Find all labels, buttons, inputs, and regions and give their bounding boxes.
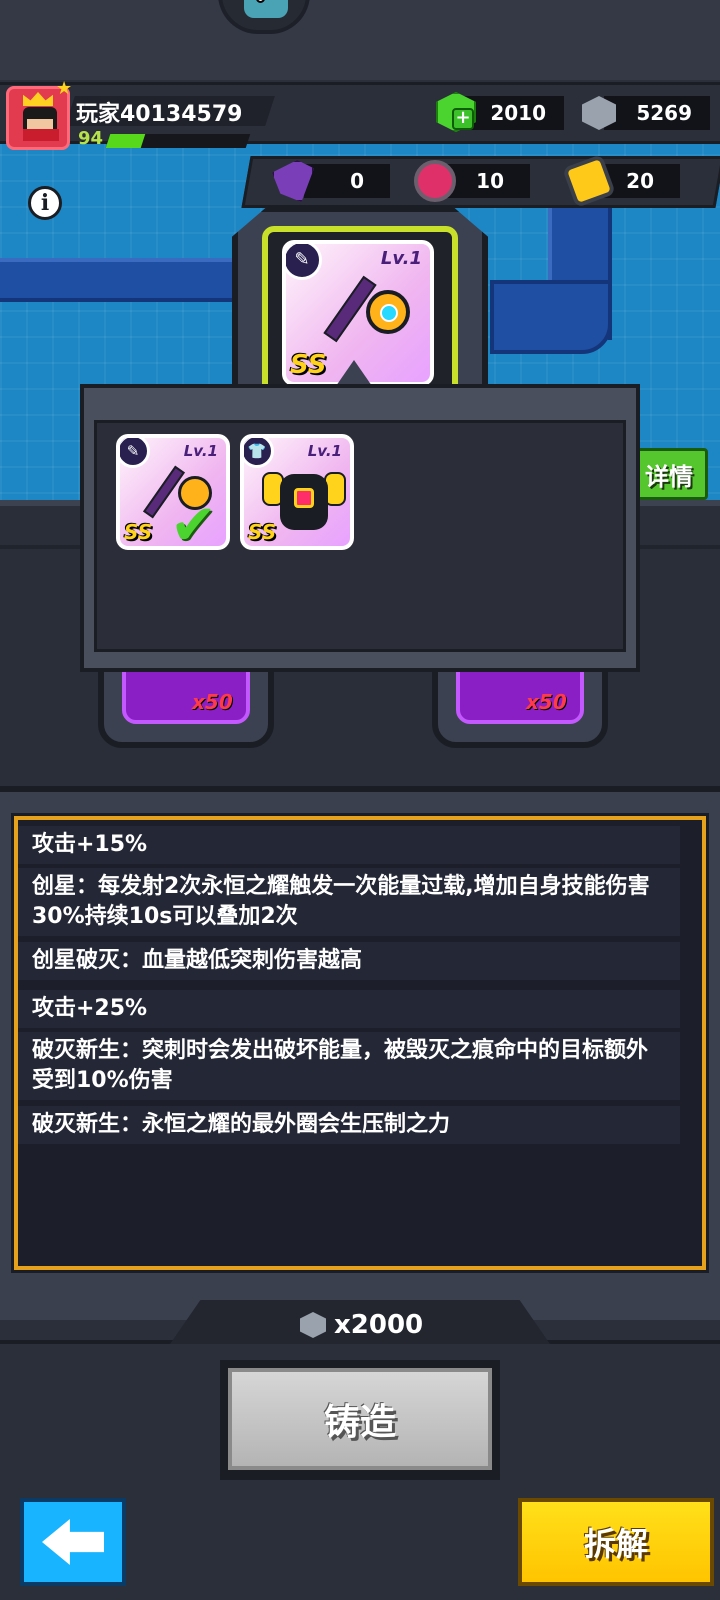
weapon-type-icon: ✎ xyxy=(286,244,322,280)
star-icon: ★ xyxy=(56,78,73,99)
equipped-weapon-card[interactable]: ✎ Lv.1 SS xyxy=(282,240,434,386)
item-rank: SS xyxy=(124,520,153,544)
back-button[interactable] xyxy=(20,1498,126,1586)
steel-cube-icon xyxy=(300,1312,326,1338)
crystal-counter: 0 xyxy=(304,164,390,198)
stat-line: 攻击+25% xyxy=(18,990,680,1028)
stat-line: 破灭新生：突刺时会发出破坏能量，被毁灭之痕命中的目标额外受到10%伤害 xyxy=(18,1032,680,1100)
pipe-decoration xyxy=(0,258,240,302)
material-count: x50 xyxy=(526,690,567,714)
crown-icon xyxy=(23,92,53,106)
player-name: 玩家40134579 xyxy=(76,102,243,127)
info-icon[interactable]: i xyxy=(28,186,62,220)
forge-button[interactable]: 铸造 xyxy=(228,1368,492,1470)
pipe-decoration xyxy=(490,280,612,354)
steel-counter: 5269 xyxy=(604,96,710,130)
exp-bar xyxy=(105,134,251,148)
exp-bar-fill xyxy=(105,134,146,148)
armor-type-icon: 👕 xyxy=(244,438,274,468)
popup-item-armor[interactable]: 👕 Lv.1 SS xyxy=(240,434,354,550)
add-gems-button[interactable]: + xyxy=(452,108,474,130)
player-level: 94 xyxy=(78,128,104,149)
popup-item-weapon[interactable]: ✎ Lv.1 SS ✔ xyxy=(116,434,230,550)
top-background xyxy=(0,0,720,80)
back-arrow-icon xyxy=(42,1519,104,1565)
checkmark-icon: ✔ xyxy=(170,493,217,550)
orb-icon xyxy=(414,160,456,202)
item-level: Lv.1 xyxy=(380,248,422,269)
forge-cost-amount: x2000 xyxy=(334,1310,424,1340)
item-level: Lv.1 xyxy=(307,442,342,460)
details-button[interactable]: 详情 xyxy=(632,448,708,500)
material-count: x50 xyxy=(192,690,233,714)
stat-line: 攻击+15% xyxy=(18,826,680,864)
stat-line: 创星：每发射2次永恒之耀触发一次能量过载,增加自身技能伤害30%持续10s可以叠… xyxy=(18,868,680,936)
item-level: Lv.1 xyxy=(183,442,218,460)
dismantle-button[interactable]: 拆解 xyxy=(518,1498,714,1586)
stat-line: 破灭新生：永恒之耀的最外圈会生压制之力 xyxy=(18,1106,680,1144)
item-rank: SS xyxy=(248,520,277,544)
item-rank: SS xyxy=(290,350,327,380)
stat-line: 创星破灭：血量越低突刺伤害越高 xyxy=(18,942,680,980)
orb-counter: 10 xyxy=(444,164,530,198)
forge-cost: x2000 xyxy=(300,1310,423,1340)
weapon-type-icon: ✎ xyxy=(120,438,150,468)
